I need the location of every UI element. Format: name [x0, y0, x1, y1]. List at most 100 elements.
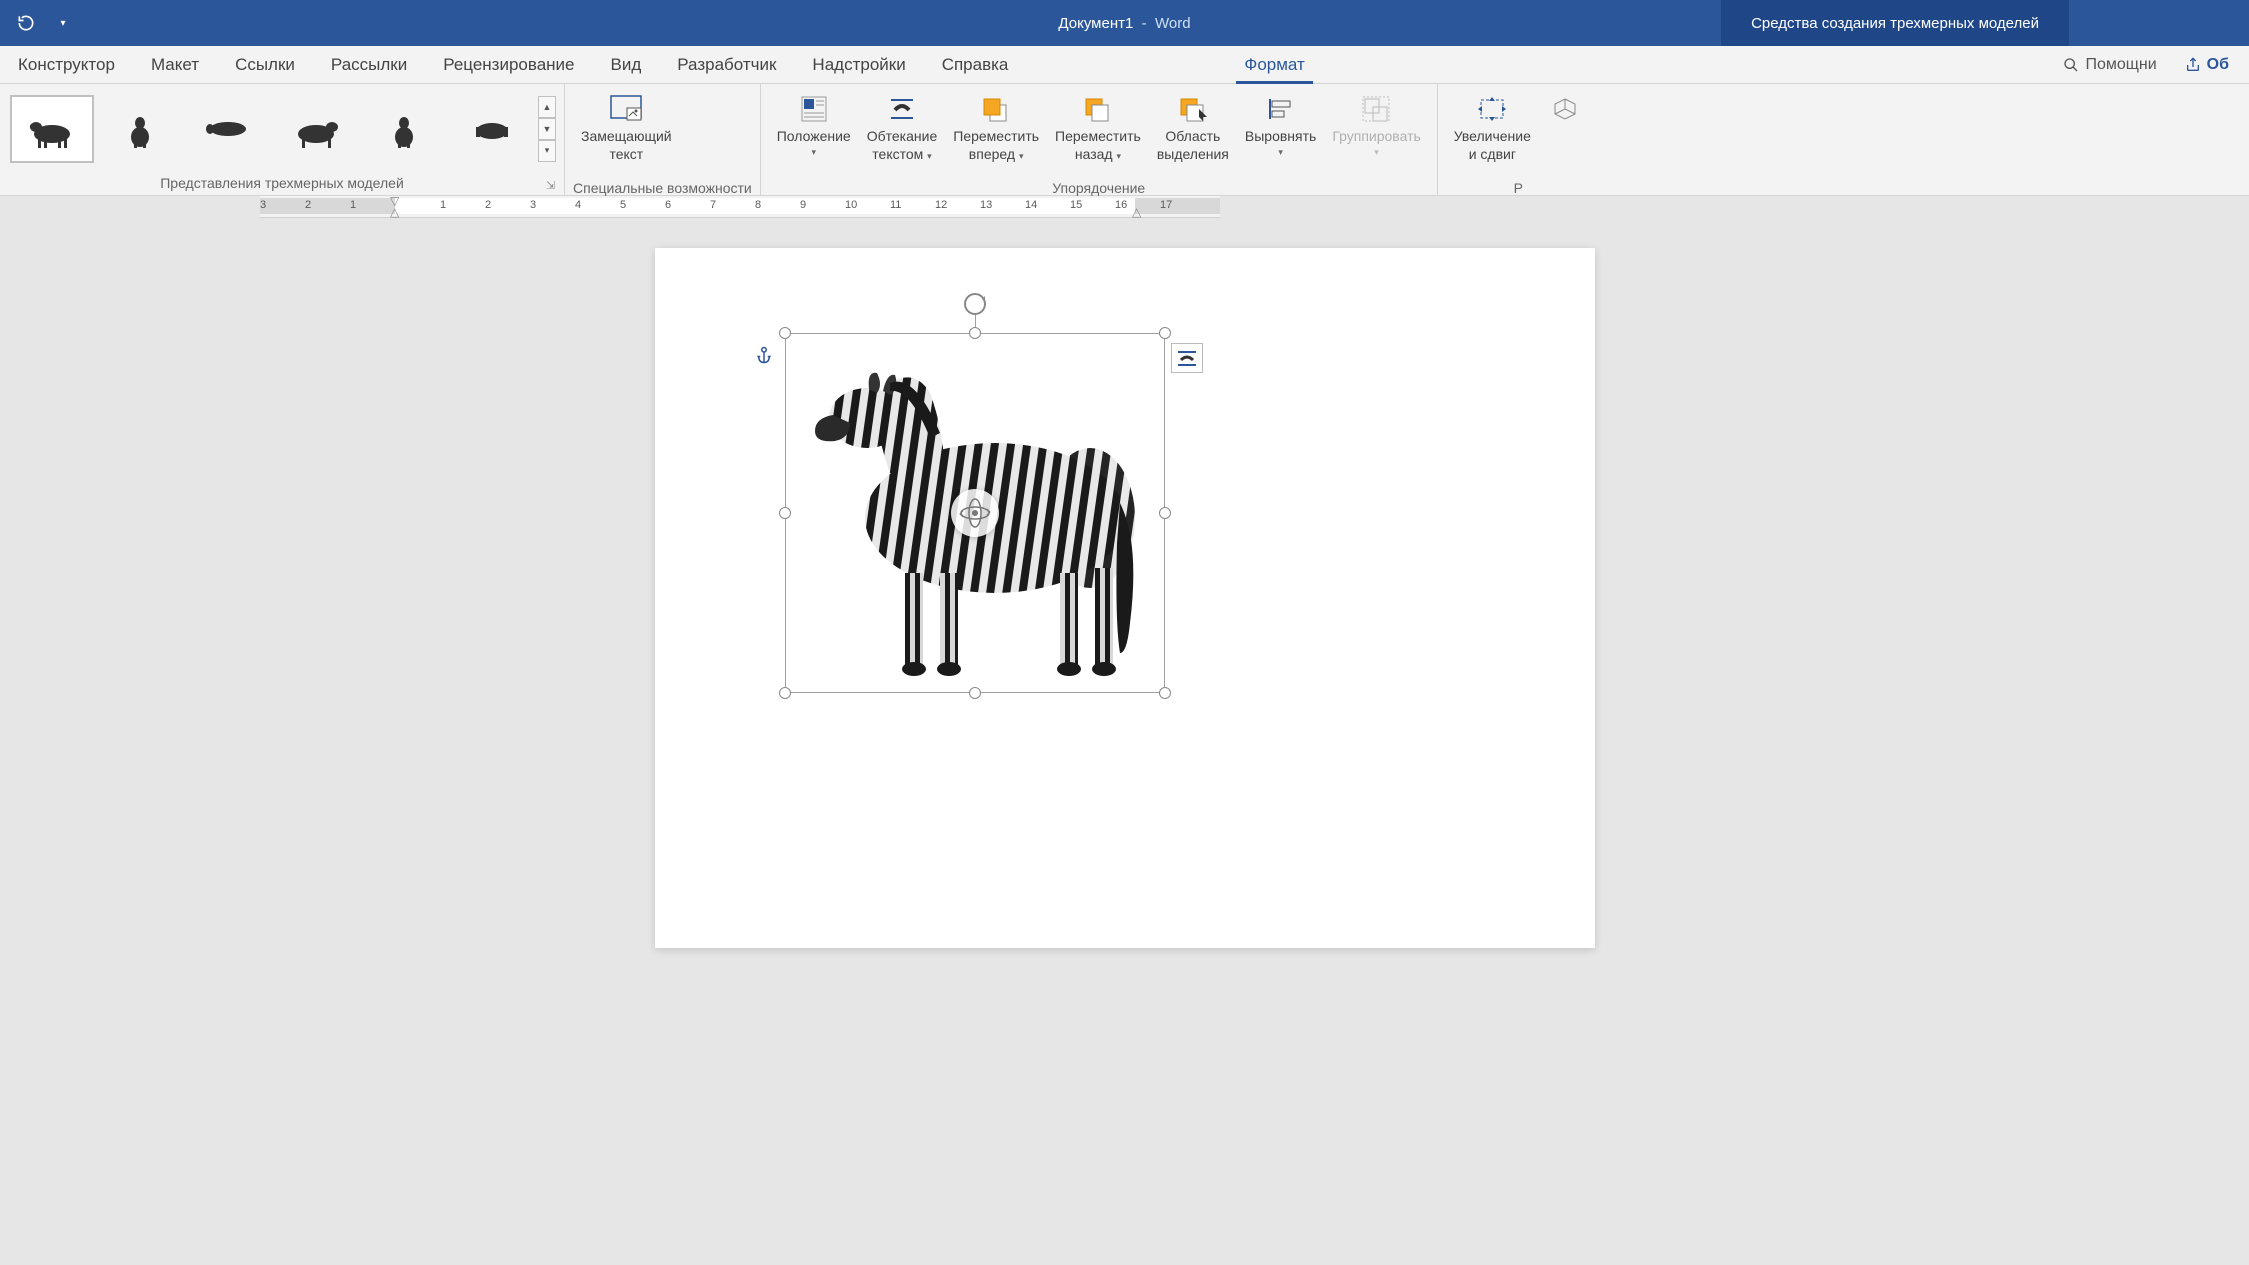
pan-zoom-button[interactable]: Увеличение и сдвиг — [1446, 89, 1539, 173]
document-name: Документ1 — [1058, 15, 1133, 32]
selection-pane-button[interactable]: Область выделения — [1149, 89, 1237, 173]
right-indent-marker[interactable]: △ — [1132, 205, 1141, 219]
view-thumb-4[interactable] — [274, 95, 358, 163]
group-label-3d-views: Представления трехмерных моделей — [0, 173, 564, 195]
pan-zoom-icon — [1474, 93, 1510, 125]
tab-references[interactable]: Ссылки — [217, 46, 313, 83]
gallery-up-button[interactable]: ▲ — [538, 96, 556, 118]
resize-handle-tc[interactable] — [969, 327, 981, 339]
group-icon — [1359, 93, 1395, 125]
reset-3d-icon — [1547, 93, 1583, 125]
ruler-tick: 11 — [890, 199, 901, 211]
resize-handle-bc[interactable] — [969, 687, 981, 699]
3d-rotate-handle[interactable] — [951, 489, 999, 537]
layout-options-button[interactable] — [1171, 343, 1203, 373]
title-bar: ▾ Документ1 - Word Средства создания тре… — [0, 0, 2249, 46]
wrap-text-icon — [884, 93, 920, 125]
ruler-tick: 3 — [260, 199, 266, 211]
ruler-tick: 10 — [845, 199, 857, 211]
share-button[interactable]: Об — [2175, 56, 2239, 74]
group-arrange: Положение ▾ Обтекание текстом ▾ Переме — [761, 84, 1438, 195]
indent-marker-bottom[interactable]: △ — [390, 205, 399, 219]
ruler-tick: 2 — [485, 199, 491, 211]
document-page[interactable] — [655, 248, 1595, 948]
ruler-tick: 3 — [530, 199, 536, 211]
align-button[interactable]: Выровнять ▾ — [1237, 89, 1324, 173]
horizontal-ruler[interactable]: ▽ △ △ 3211234567891011121314151617 — [260, 196, 1220, 218]
wrap-text-button[interactable]: Обтекание текстом ▾ — [859, 89, 946, 173]
group-label-zoom: Р — [1438, 178, 1599, 198]
ruler-tick: 7 — [710, 199, 716, 211]
ribbon-tabs: Конструктор Макет Ссылки Рассылки Реценз… — [0, 46, 2249, 84]
ruler-tick: 14 — [1025, 199, 1037, 211]
ribbon: ▲ ▼ ▾ Представления трехмерных моделей ⇲… — [0, 84, 2249, 196]
document-area[interactable] — [0, 218, 2249, 1265]
view-thumb-3[interactable] — [186, 95, 270, 163]
position-icon — [796, 93, 832, 125]
tab-developer[interactable]: Разработчик — [659, 46, 794, 83]
ruler-tick: 1 — [440, 199, 446, 211]
ruler-tick: 2 — [305, 199, 311, 211]
view-thumb-5[interactable] — [362, 95, 446, 163]
bring-forward-button[interactable]: Переместить вперед ▾ — [945, 89, 1047, 173]
3d-object-selection[interactable] — [785, 333, 1165, 693]
gallery-spinner: ▲ ▼ ▾ — [538, 96, 556, 162]
position-button[interactable]: Положение ▾ — [769, 89, 859, 173]
alt-text-icon — [608, 93, 644, 125]
ruler-tick: 9 — [800, 199, 806, 211]
qat-customize-icon[interactable]: ▾ — [52, 12, 74, 34]
tab-format[interactable]: Формат — [1226, 46, 1322, 83]
view-thumb-1[interactable] — [10, 95, 94, 163]
ruler-tick: 6 — [665, 199, 671, 211]
align-icon — [1263, 93, 1299, 125]
view-thumb-2[interactable] — [98, 95, 182, 163]
resize-handle-tr[interactable] — [1159, 327, 1171, 339]
ruler-tick: 1 — [350, 199, 356, 211]
tab-addins[interactable]: Надстройки — [794, 46, 923, 83]
group-zoom: Увеличение и сдвиг Р — [1438, 84, 1599, 195]
ruler-tick: 4 — [575, 199, 581, 211]
refresh-icon[interactable] — [15, 12, 37, 34]
tab-designer[interactable]: Конструктор — [0, 46, 133, 83]
resize-handle-mr[interactable] — [1159, 507, 1171, 519]
dropdown-arrow-icon: ▾ — [811, 147, 816, 158]
bring-forward-icon — [978, 93, 1014, 125]
tab-review[interactable]: Рецензирование — [425, 46, 592, 83]
group-label-arrange: Упорядочение — [761, 178, 1437, 198]
group-3d-views: ▲ ▼ ▾ Представления трехмерных моделей ⇲ — [0, 84, 565, 195]
rotate-handle[interactable] — [962, 291, 988, 317]
tell-me-search[interactable]: Помощни — [2053, 56, 2166, 74]
tab-mailings[interactable]: Рассылки — [313, 46, 425, 83]
tab-help[interactable]: Справка — [924, 46, 1027, 83]
3d-views-gallery[interactable]: ▲ ▼ ▾ — [8, 95, 556, 163]
quick-access-toolbar: ▾ — [0, 12, 74, 34]
group-label-accessibility: Специальные возможности — [565, 178, 760, 198]
group-accessibility: Замещающий текст Специальные возможности — [565, 84, 761, 195]
ruler-tick: 5 — [620, 199, 626, 211]
gallery-more-button[interactable]: ▾ — [538, 140, 556, 162]
anchor-icon[interactable] — [755, 346, 773, 364]
ruler-tick: 15 — [1070, 199, 1082, 211]
contextual-tab-title: Средства создания трехмерных моделей — [1721, 0, 2069, 46]
view-thumb-6[interactable] — [450, 95, 534, 163]
tab-layout[interactable]: Макет — [133, 46, 217, 83]
resize-handle-br[interactable] — [1159, 687, 1171, 699]
ruler-tick: 13 — [980, 199, 992, 211]
ruler-tick: 16 — [1115, 199, 1127, 211]
ruler-tick: 17 — [1160, 199, 1172, 211]
selection-pane-icon — [1175, 93, 1211, 125]
send-backward-icon — [1080, 93, 1116, 125]
ruler-tick: 8 — [755, 199, 761, 211]
alt-text-button[interactable]: Замещающий текст — [573, 89, 680, 173]
gallery-down-button[interactable]: ▼ — [538, 118, 556, 140]
resize-handle-ml[interactable] — [779, 507, 791, 519]
tab-view[interactable]: Вид — [593, 46, 660, 83]
ruler-tick: 12 — [935, 199, 947, 211]
reset-3d-button[interactable] — [1539, 89, 1591, 173]
group-launcher-3d-views[interactable]: ⇲ — [546, 179, 560, 193]
resize-handle-bl[interactable] — [779, 687, 791, 699]
app-name: Word — [1155, 15, 1191, 32]
group-objects-button: Группировать ▾ — [1324, 89, 1428, 173]
resize-handle-tl[interactable] — [779, 327, 791, 339]
send-backward-button[interactable]: Переместить назад ▾ — [1047, 89, 1149, 173]
